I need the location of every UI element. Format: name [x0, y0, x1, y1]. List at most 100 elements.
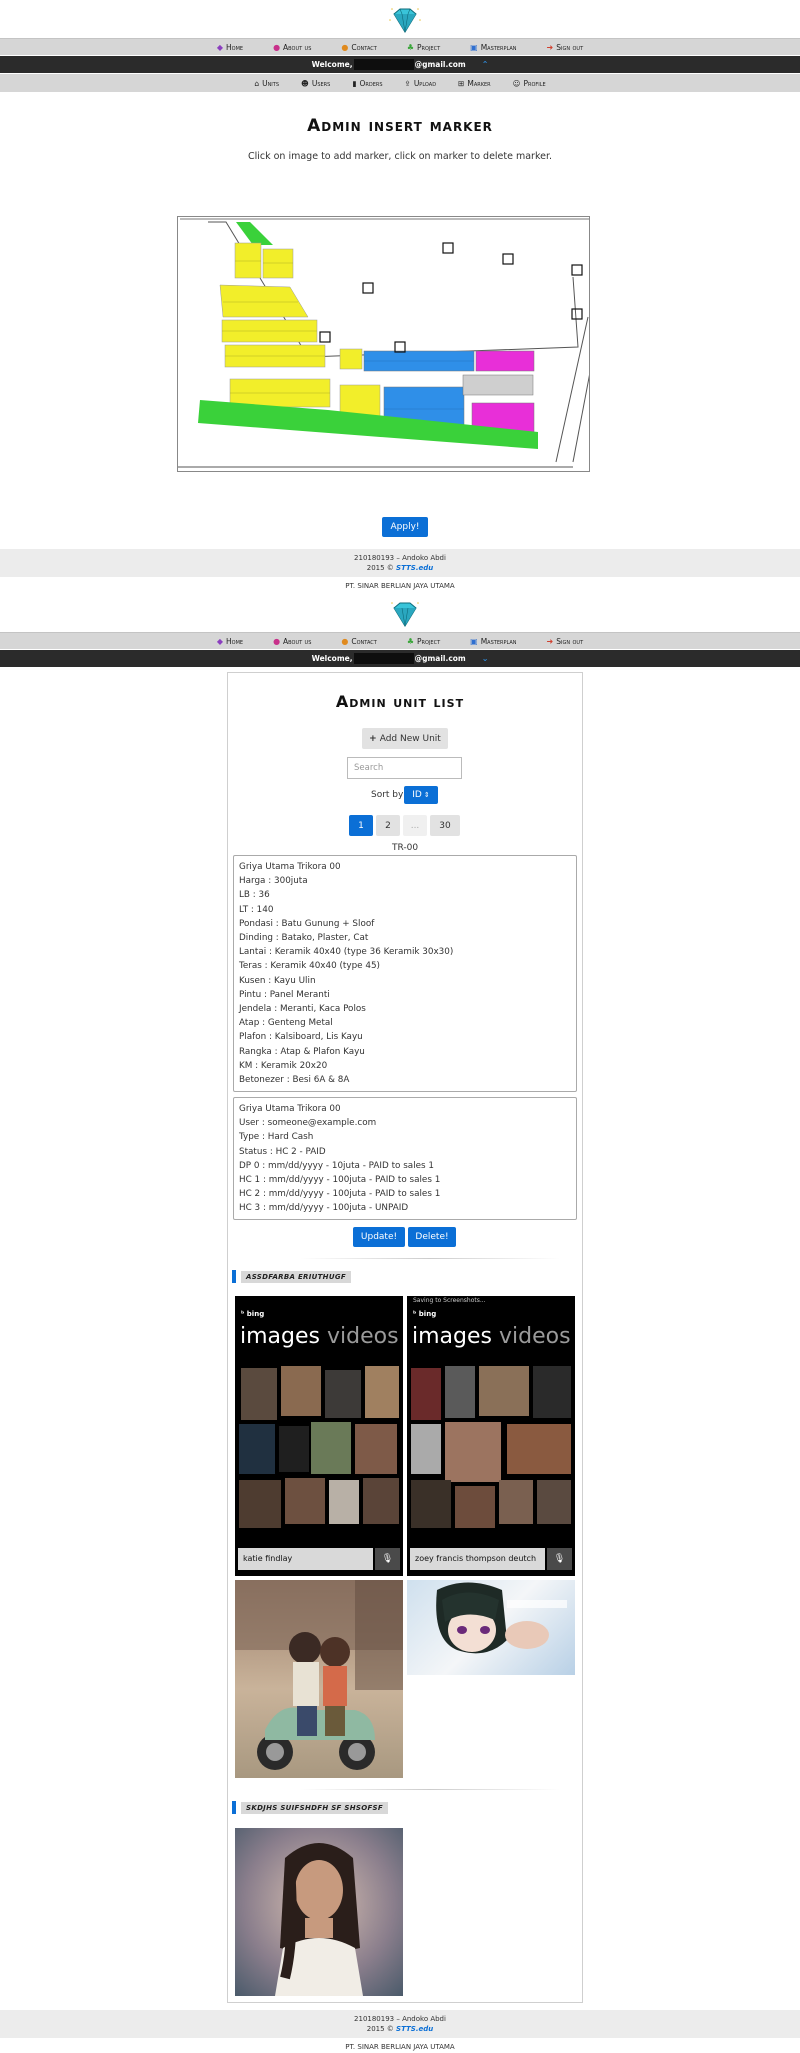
diamond-logo-2 — [391, 602, 419, 627]
nav-masterplan[interactable]: ▣ Masterplan — [470, 637, 516, 646]
page-ellipsis: ... — [403, 815, 427, 836]
sign-out-icon: ➜ — [546, 636, 554, 646]
spec-line: Atap : Genteng Metal — [239, 1018, 333, 1029]
order-line: HC 1 : mm/dd/yyyy - 100juta - PAID to sa… — [239, 1175, 441, 1186]
redacted-email — [353, 59, 414, 70]
welcome-bar-2: Welcome, @gmail.com ⌄ — [0, 650, 800, 667]
nav-project[interactable]: ♣ Project — [407, 637, 440, 646]
nav-contact[interactable]: ● Contact — [341, 637, 376, 646]
admin-nav-users[interactable]: ☻ Users — [301, 79, 330, 88]
nav-sign-out[interactable]: ➜ Sign out — [547, 637, 584, 646]
main-nav: ◆ Home ● About us ● Contact ♣ Project ▣ Maste… — [0, 38, 800, 55]
nav-home[interactable]: ◆ Home — [217, 43, 243, 52]
admin-nav-upload[interactable]: ⇪ Upload — [405, 79, 437, 88]
admin-nav-orders[interactable]: ▮ Orders — [352, 79, 382, 88]
project-icon: ♣ — [406, 42, 415, 52]
chevron-up-icon[interactable]: ⌃ — [482, 60, 489, 69]
gallery-image-bing-katie[interactable]: ᵇ bing images videos katie findlay 🎙 — [235, 1296, 403, 1576]
spec-line: Teras : Keramik 40x40 (type 45) — [239, 961, 380, 972]
update-button[interactable]: Update! — [353, 1227, 405, 1247]
welcome-bar: Welcome, @gmail.com ⌃ — [0, 56, 800, 73]
gallery-image-scooter-illustration[interactable] — [235, 1580, 403, 1778]
nav-about[interactable]: ● About us — [273, 43, 311, 52]
sort-label: Sort by — [371, 790, 404, 800]
diamond-icon: ◆ — [216, 636, 223, 646]
footer-author: 210180193 – Andoko Abdi — [354, 2015, 446, 2023]
nav-sign-out[interactable]: ➜ Sign out — [547, 43, 584, 52]
admin-nav-marker[interactable]: ⊞ Marker — [458, 79, 491, 88]
spec-line: Pintu : Panel Meranti — [239, 989, 330, 1000]
gallery-image-portrait[interactable] — [235, 1828, 403, 1996]
company-name-2: PT. SINAR BERLIAN JAYA UTAMA — [345, 2043, 455, 2051]
diamond-logo — [389, 8, 421, 33]
contact-icon: ● — [341, 636, 349, 646]
page-title: Admin insert marker — [307, 116, 493, 136]
unit-code: TR-00 — [391, 843, 419, 853]
upload-icon: ⇪ — [404, 78, 411, 88]
spec-line: Harga : 300juta — [239, 876, 308, 887]
nav-contact[interactable]: ● Contact — [341, 43, 376, 52]
search-input[interactable]: Search — [347, 757, 462, 779]
microphone-icon: 🎙 — [375, 1548, 400, 1570]
welcome-text: Welcome, — [311, 60, 353, 69]
welcome-email-domain: @gmail.com — [414, 654, 466, 663]
nav-project[interactable]: ♣ Project — [407, 43, 440, 52]
welcome-text: Welcome, — [311, 654, 353, 663]
info-icon: ● — [273, 636, 281, 646]
section-title-1: ASSDFARBA ERIUTHUGF — [232, 1270, 351, 1283]
bing-search-query: katie findlay — [238, 1548, 373, 1570]
gallery-image-bing-zoey[interactable]: Saving to Screenshots... ᵇ bing images v… — [407, 1296, 575, 1576]
add-new-unit-button[interactable]: + Add New Unit — [362, 728, 448, 749]
footer: 210180193 – Andoko Abdi 2015 © STTS.edu — [0, 549, 800, 577]
spec-line: Betonezer : Besi 6A & 8A — [239, 1075, 350, 1086]
spec-line: KM : Keramik 20x20 — [239, 1060, 328, 1071]
sort-select[interactable]: ID ⇕ — [404, 786, 438, 804]
nav-masterplan[interactable]: ▣ Masterplan — [470, 43, 516, 52]
sign-out-icon: ➜ — [546, 42, 554, 52]
bing-search-query: zoey francis thompson deutch — [410, 1548, 545, 1570]
company-name: PT. SINAR BERLIAN JAYA UTAMA — [345, 582, 455, 590]
nav-about[interactable]: ● About us — [273, 637, 311, 646]
nav-home[interactable]: ◆ Home — [217, 637, 243, 646]
plus-icon: + — [369, 733, 377, 744]
masterplan-icon: ▣ — [470, 636, 478, 646]
spec-line: LB : 36 — [239, 890, 270, 901]
stts-link[interactable]: STTS.edu — [396, 564, 433, 572]
order-line: HC 3 : mm/dd/yyyy - 100juta - UNPAID — [239, 1203, 409, 1214]
page-1[interactable]: 1 — [349, 815, 373, 836]
order-line: Griya Utama Trikora 00 — [239, 1104, 341, 1114]
section-accent — [232, 1801, 236, 1814]
page-2[interactable]: 2 — [376, 815, 400, 836]
spec-line: LT : 140 — [239, 904, 274, 915]
delete-button[interactable]: Delete! — [408, 1227, 456, 1247]
divider — [300, 1258, 560, 1259]
stts-link[interactable]: STTS.edu — [396, 2025, 433, 2033]
order-line: HC 2 : mm/dd/yyyy - 100juta - PAID to sa… — [239, 1189, 441, 1200]
user-icon: ☺ — [512, 78, 521, 88]
spec-line: Plafon : Kalsiboard, Lis Kayu — [239, 1032, 363, 1043]
admin-nav-profile[interactable]: ☺ Profile — [513, 79, 546, 88]
spec-line: Dinding : Batako, Plaster, Cat — [239, 933, 369, 944]
home-icon: ⌂ — [254, 78, 260, 88]
page-instructions: Click on image to add marker, click on m… — [247, 151, 553, 162]
contact-icon: ● — [341, 42, 349, 52]
gallery-image-anime-character[interactable] — [407, 1580, 575, 1675]
spec-line: Rangka : Atap & Plafon Kayu — [239, 1046, 365, 1057]
photo-grid — [239, 1366, 399, 1542]
users-icon: ☻ — [301, 78, 309, 88]
site-plan-image[interactable] — [177, 216, 590, 472]
apply-button[interactable]: Apply! — [382, 517, 428, 537]
admin-nav: ⌂ Units ☻ Users ▮ Orders ⇪ Upload ⊞ Marker ☺ P… — [0, 74, 800, 92]
project-icon: ♣ — [406, 636, 415, 646]
plus-square-icon: ⊞ — [458, 78, 465, 88]
welcome-email-domain: @gmail.com — [414, 60, 466, 69]
order-line: DP 0 : mm/dd/yyyy - 10juta - PAID to sal… — [239, 1160, 435, 1171]
admin-nav-units[interactable]: ⌂ Units — [254, 79, 279, 88]
chevron-down-icon[interactable]: ⌄ — [482, 654, 489, 663]
order-line: Type : Hard Cash — [239, 1132, 314, 1143]
order-line: User : someone@example.com — [239, 1118, 377, 1129]
page-30[interactable]: 30 — [430, 815, 460, 836]
spec-line: Lantai : Keramik 40x40 (type 36 Keramik … — [239, 947, 454, 958]
order-info-box: Griya Utama Trikora 00 User : someone@ex… — [233, 1097, 577, 1220]
main-nav-2: ◆ Home ● About us ● Contact ♣ Project ▣ Maste… — [0, 632, 800, 649]
